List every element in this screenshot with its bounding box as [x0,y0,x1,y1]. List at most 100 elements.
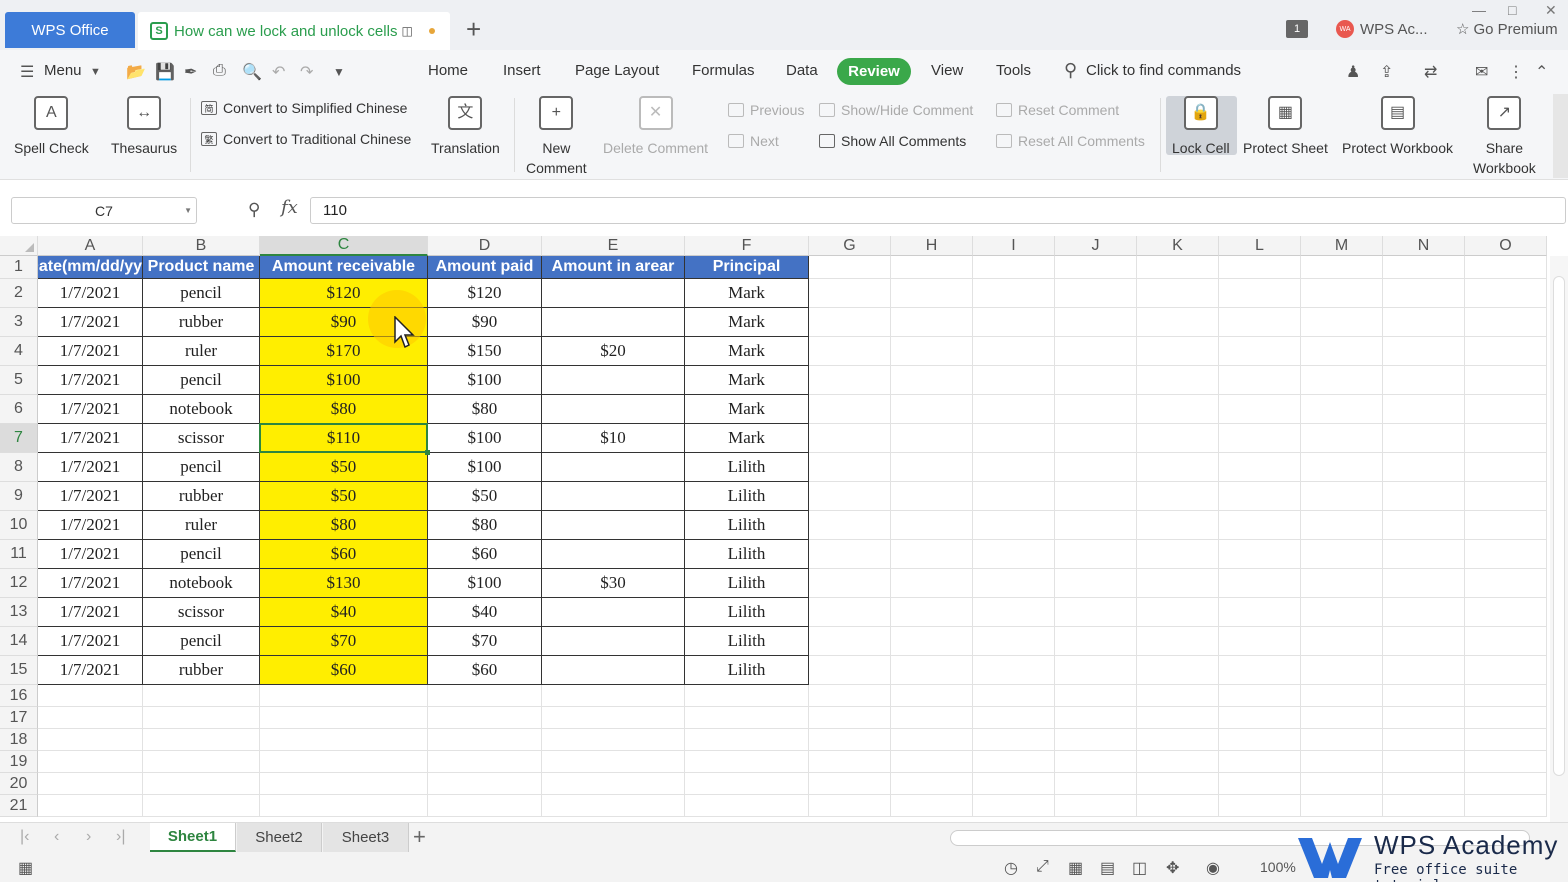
empty-cell[interactable] [891,685,973,707]
sheet-tab-1[interactable]: Sheet1 [150,823,236,852]
empty-cell[interactable] [973,256,1055,279]
table-cell[interactable]: notebook [143,569,260,598]
empty-cell[interactable] [1301,256,1383,279]
row-header-4[interactable]: 4 [0,337,38,366]
undo-icon[interactable]: ↶ [272,62,285,82]
empty-cell[interactable] [1301,627,1383,656]
row-header-1[interactable]: 1 [0,256,38,279]
empty-cell[interactable] [1219,656,1301,685]
empty-cell[interactable] [973,453,1055,482]
empty-cell[interactable] [1219,366,1301,395]
page-layout-view-icon[interactable]: ▤ [1100,858,1115,878]
print-icon[interactable]: ⎙ [213,62,226,80]
empty-cell[interactable] [1465,256,1547,279]
last-sheet-icon[interactable]: ›| [116,828,125,846]
customize-toolbar-icon[interactable]: ▼ [333,65,345,79]
empty-cell[interactable] [973,598,1055,627]
table-cell[interactable]: Mark [685,337,809,366]
spreadsheet-grid[interactable]: ABCDEFGHIJKLMNO 1 2 3 4 5 6 7 8 9 10 11 12 13 14 15 16 1… [0,236,1568,822]
close-button[interactable]: ✕ [1545,2,1557,19]
empty-cell[interactable] [891,656,973,685]
empty-cell[interactable] [809,656,891,685]
empty-cell[interactable] [1465,627,1547,656]
empty-cell[interactable] [260,751,428,773]
insert-function-icon[interactable]: fx [281,197,298,218]
reset-comment-button[interactable]: Reset Comment [996,102,1119,118]
empty-cell[interactable] [1219,569,1301,598]
empty-cell[interactable] [1465,337,1547,366]
table-cell[interactable]: 1/7/2021 [38,279,143,308]
row-header-13[interactable]: 13 [0,598,38,627]
empty-cell[interactable] [1383,453,1465,482]
empty-cell[interactable] [809,308,891,337]
table-cell[interactable]: scissor [143,424,260,453]
empty-cell[interactable] [1383,482,1465,511]
empty-cell[interactable] [1301,795,1383,817]
empty-cell[interactable] [1383,627,1465,656]
protect-sheet-button[interactable]: ▦ Protect Sheet [1243,96,1328,158]
table-cell[interactable]: $70 [260,627,428,656]
empty-cell[interactable] [973,751,1055,773]
empty-cell[interactable] [891,395,973,424]
empty-cell[interactable] [1465,308,1547,337]
empty-cell[interactable] [1137,773,1219,795]
empty-cell[interactable] [1055,424,1137,453]
table-cell[interactable]: Lilith [685,453,809,482]
empty-cell[interactable] [542,729,685,751]
empty-cell[interactable] [260,685,428,707]
empty-cell[interactable] [1055,707,1137,729]
empty-cell[interactable] [809,337,891,366]
empty-cell[interactable] [1383,337,1465,366]
empty-cell[interactable] [1383,707,1465,729]
collapse-ribbon-icon[interactable]: ⌃ [1535,62,1548,82]
export-icon[interactable]: ⇪ [1380,62,1393,82]
vertical-scroll-thumb[interactable] [1553,276,1565,776]
empty-cell[interactable] [809,751,891,773]
translation-button[interactable]: 文 Translation [431,96,500,158]
show-hide-comment-button[interactable]: Show/Hide Comment [819,102,973,118]
convert-traditional-button[interactable]: 繁 Convert to Traditional Chinese [201,131,411,147]
table-cell[interactable] [542,453,685,482]
empty-cell[interactable] [891,511,973,540]
empty-cell[interactable] [143,729,260,751]
table-cell[interactable]: rubber [143,482,260,511]
empty-cell[interactable] [1383,751,1465,773]
empty-cell[interactable] [973,685,1055,707]
name-box[interactable]: C7 ▼ [11,197,197,224]
empty-cell[interactable] [143,707,260,729]
column-header-i[interactable]: I [973,236,1055,256]
empty-cell[interactable] [1055,773,1137,795]
empty-cell[interactable] [973,773,1055,795]
row-header-10[interactable]: 10 [0,511,38,540]
search-icon[interactable]: ⚲ [1064,60,1077,81]
empty-cell[interactable] [973,729,1055,751]
tab-home[interactable]: Home [428,62,468,79]
table-cell[interactable]: Lilith [685,511,809,540]
empty-cell[interactable] [1219,751,1301,773]
empty-cell[interactable] [1383,685,1465,707]
empty-cell[interactable] [1137,279,1219,308]
zoom-formula-icon[interactable]: ⚲ [248,200,260,220]
next-sheet-icon[interactable]: › [86,828,91,846]
row-header-11[interactable]: 11 [0,540,38,569]
table-cell[interactable]: rubber [143,656,260,685]
share-user-icon[interactable]: ♟ [1346,62,1360,82]
tab-review[interactable]: Review [837,58,911,85]
empty-cell[interactable] [1055,308,1137,337]
empty-cell[interactable] [1383,424,1465,453]
empty-cell[interactable] [891,569,973,598]
empty-cell[interactable] [1137,627,1219,656]
table-header-cell[interactable]: Principal [685,256,809,279]
empty-cell[interactable] [1137,656,1219,685]
empty-cell[interactable] [428,729,542,751]
empty-cell[interactable] [973,482,1055,511]
empty-cell[interactable] [1465,656,1547,685]
empty-cell[interactable] [38,773,143,795]
convert-simplified-button[interactable]: 简 Convert to Simplified Chinese [201,100,407,116]
empty-cell[interactable] [685,729,809,751]
empty-cell[interactable] [1465,395,1547,424]
empty-cell[interactable] [1301,598,1383,627]
empty-cell[interactable] [809,729,891,751]
empty-cell[interactable] [1465,773,1547,795]
row-header-3[interactable]: 3 [0,308,38,337]
